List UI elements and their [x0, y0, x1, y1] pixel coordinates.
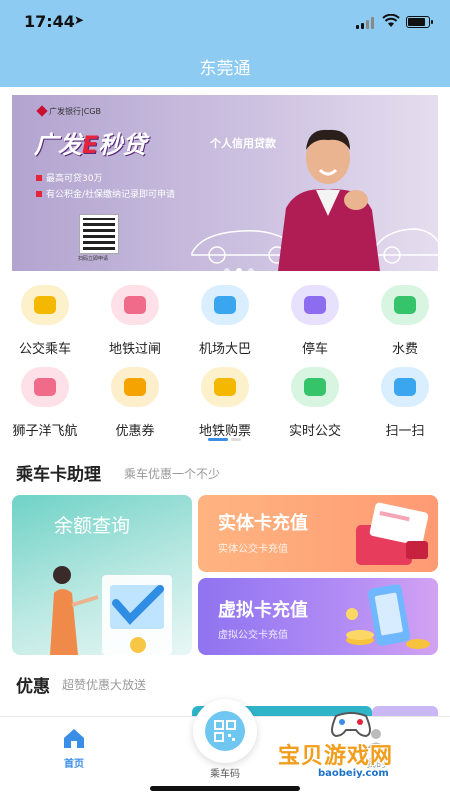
watermark-url: baobeiy.com [318, 768, 389, 779]
physical-card-title: 实体卡充值 [218, 513, 308, 534]
grid-pager [208, 438, 244, 457]
service-item-scan[interactable]: 扫一扫 [360, 367, 450, 439]
banner-pagination [224, 259, 260, 271]
wallet-illustration [356, 502, 429, 565]
service-label: 水费 [391, 342, 418, 357]
coupon-icon [111, 367, 159, 407]
service-item-ticket[interactable]: 地铁购票 [180, 367, 270, 439]
section-subtitle-card-assistant: 乘车优惠一个不少 [124, 467, 221, 481]
qr-code-image [79, 214, 119, 254]
service-label: 狮子洋飞航 [12, 424, 78, 439]
qr-label: 扫码立即申请 [78, 256, 109, 262]
realtime-bus-icon [291, 367, 339, 407]
virtual-card-recharge-card[interactable]: 虚拟卡充值 虚拟公交卡充值 [198, 578, 438, 655]
scan-icon [381, 367, 429, 407]
status-bar: 17:44 ➤ [0, 0, 450, 44]
tab-home[interactable]: 首页 [44, 727, 104, 770]
service-label: 地铁购票 [198, 424, 251, 439]
promo-banner[interactable]: 广发银行|CGB 广发E秒贷 个人信用贷款 最高可贷30万 有公积金/社保缴纳记… [12, 95, 438, 271]
balance-query-title: 余额查询 [54, 515, 131, 537]
watermark-text: 宝贝游戏网 [278, 744, 394, 769]
qr-tab-button [193, 699, 257, 763]
home-icon [64, 729, 84, 748]
gamepad-logo-icon [331, 712, 371, 738]
service-item-ferry[interactable]: 狮子洋飞航 [0, 367, 90, 439]
service-item-airport-bus[interactable]: 机场大巴 [180, 285, 270, 357]
parking-icon [291, 285, 339, 325]
banner-bullet: 最高可贷30万 [36, 171, 102, 184]
banner-subtitle: 个人信用贷款 [210, 137, 276, 150]
service-label: 机场大巴 [198, 342, 251, 357]
service-item-coupon[interactable]: 优惠券 [90, 367, 180, 439]
app-screen: 17:44 ➤ 东莞通 广发银行|CGB 广发E秒贷 个人信用贷款 最高可贷30… [0, 0, 450, 800]
service-item-parking[interactable]: 停车 [270, 285, 360, 357]
airport-bus-icon [201, 285, 249, 325]
virtual-card-title: 虚拟卡充值 [218, 600, 308, 621]
service-item-realtime-bus[interactable]: 实时公交 [270, 367, 360, 439]
home-indicator [150, 786, 300, 791]
status-time: 17:44 [24, 12, 75, 31]
banner-brand: 广发E秒贷 [34, 131, 147, 159]
banner-bullet: 有公积金/社保缴纳记录即可申请 [36, 187, 175, 200]
qr-code-icon [205, 711, 245, 751]
ferry-icon [21, 367, 69, 407]
location-arrow-icon: ➤ [74, 13, 85, 27]
spokesperson-image [278, 129, 380, 271]
physical-card-recharge-card[interactable]: 实体卡充值 实体公交卡充值 [198, 495, 438, 572]
water-drop-icon [381, 285, 429, 325]
balance-query-card[interactable]: 余额查询 [12, 495, 192, 655]
tab-qr-label: 乘车码 [210, 769, 240, 780]
physical-card-subtitle: 实体公交卡充值 [218, 544, 288, 555]
service-item-water-drop[interactable]: 水费 [360, 285, 450, 357]
service-label: 地铁过闸 [108, 342, 161, 357]
tab-home-label: 首页 [64, 759, 84, 770]
section-title-offers: 优惠 [16, 677, 50, 697]
tab-qr-code[interactable]: 乘车码 [183, 699, 267, 780]
virtual-card-subtitle: 虚拟公交卡充值 [218, 630, 288, 641]
bus-icon [21, 285, 69, 325]
watermark: 宝贝游戏网 baobeiy.com [278, 706, 428, 788]
battery-icon [406, 16, 433, 28]
page-title: 东莞通 [199, 59, 251, 79]
signal-icon [356, 17, 376, 29]
service-label: 扫一扫 [385, 424, 425, 439]
header-bar: 17:44 ➤ 东莞通 [0, 0, 450, 87]
wifi-icon [382, 14, 400, 27]
metro-icon [111, 285, 159, 325]
service-label: 优惠券 [115, 424, 155, 439]
ticket-icon [201, 367, 249, 407]
service-item-metro[interactable]: 地铁过闸 [90, 285, 180, 357]
service-label: 公交乘车 [18, 342, 71, 357]
service-item-bus[interactable]: 公交乘车 [0, 285, 90, 357]
bank-logo: 广发银行|CGB [38, 106, 101, 117]
service-label: 实时公交 [288, 424, 341, 439]
section-subtitle-offers: 超赞优惠大放送 [62, 678, 147, 692]
section-title-card-assistant: 乘车卡助理 [16, 465, 101, 485]
phone-coins-illustration [346, 584, 430, 649]
service-label: 停车 [301, 342, 328, 357]
balance-illustration [50, 566, 172, 655]
